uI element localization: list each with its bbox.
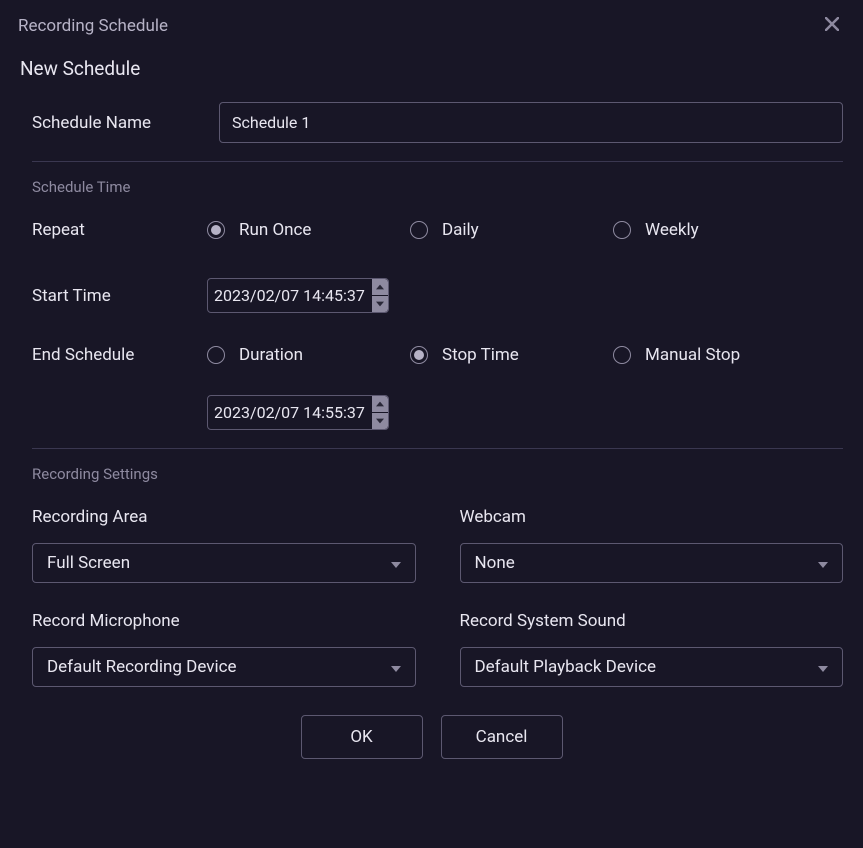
radio-selected-icon <box>410 346 428 364</box>
stop-time-field[interactable] <box>207 395 389 430</box>
repeat-label: Repeat <box>20 220 207 240</box>
start-time-field[interactable] <box>207 278 389 313</box>
start-time-spinner-up[interactable] <box>372 279 388 295</box>
end-stop-time-radio[interactable]: Stop Time <box>410 345 613 365</box>
chevron-up-icon <box>376 401 384 407</box>
webcam-label: Webcam <box>460 507 844 527</box>
titlebar: Recording Schedule <box>0 0 863 49</box>
end-schedule-label: End Schedule <box>20 345 207 365</box>
chevron-up-icon <box>376 284 384 290</box>
recording-settings-section-label: Recording Settings <box>32 465 843 483</box>
record-system-sound-label: Record System Sound <box>460 611 844 631</box>
chevron-down-icon <box>376 418 384 424</box>
end-manual-stop-label: Manual Stop <box>645 345 740 365</box>
stop-time-spinner-down[interactable] <box>372 413 388 429</box>
window-title: Recording Schedule <box>18 16 168 36</box>
stop-time-spinner-up[interactable] <box>372 396 388 412</box>
chevron-down-icon <box>376 301 384 307</box>
webcam-select[interactable]: None <box>460 543 844 583</box>
end-stop-time-label: Stop Time <box>442 345 519 365</box>
divider <box>32 448 843 449</box>
start-time-input[interactable] <box>208 279 372 312</box>
radio-unselected-icon <box>410 221 428 239</box>
radio-unselected-icon <box>613 346 631 364</box>
recording-area-label: Recording Area <box>32 507 416 527</box>
radio-selected-icon <box>207 221 225 239</box>
start-time-spinner-down[interactable] <box>372 296 388 312</box>
radio-unselected-icon <box>613 221 631 239</box>
divider <box>32 161 843 162</box>
start-time-label: Start Time <box>20 286 207 306</box>
dialog-content: New Schedule Schedule Name Schedule Time… <box>0 49 863 779</box>
recording-area-select[interactable]: Full Screen <box>32 543 416 583</box>
end-duration-radio[interactable]: Duration <box>207 345 410 365</box>
record-microphone-value: Default Recording Device <box>33 648 415 686</box>
record-microphone-select[interactable]: Default Recording Device <box>32 647 416 687</box>
schedule-name-input[interactable] <box>219 102 843 143</box>
ok-button[interactable]: OK <box>301 715 423 759</box>
cancel-button[interactable]: Cancel <box>441 715 563 759</box>
record-microphone-label: Record Microphone <box>32 611 416 631</box>
schedule-name-label: Schedule Name <box>32 113 219 133</box>
close-button[interactable] <box>821 12 843 39</box>
repeat-weekly-radio[interactable]: Weekly <box>613 220 816 240</box>
schedule-time-section-label: Schedule Time <box>32 178 843 196</box>
end-duration-label: Duration <box>239 345 303 365</box>
webcam-value: None <box>461 544 843 582</box>
record-system-sound-value: Default Playback Device <box>461 648 843 686</box>
repeat-run-once-label: Run Once <box>239 220 311 240</box>
close-icon <box>825 17 839 31</box>
new-schedule-heading: New Schedule <box>20 57 843 80</box>
end-manual-stop-radio[interactable]: Manual Stop <box>613 345 816 365</box>
repeat-run-once-radio[interactable]: Run Once <box>207 220 410 240</box>
repeat-weekly-label: Weekly <box>645 220 699 240</box>
record-system-sound-select[interactable]: Default Playback Device <box>460 647 844 687</box>
recording-area-value: Full Screen <box>33 544 415 582</box>
radio-unselected-icon <box>207 346 225 364</box>
stop-time-input[interactable] <box>208 396 372 429</box>
repeat-daily-radio[interactable]: Daily <box>410 220 613 240</box>
repeat-daily-label: Daily <box>442 220 479 240</box>
